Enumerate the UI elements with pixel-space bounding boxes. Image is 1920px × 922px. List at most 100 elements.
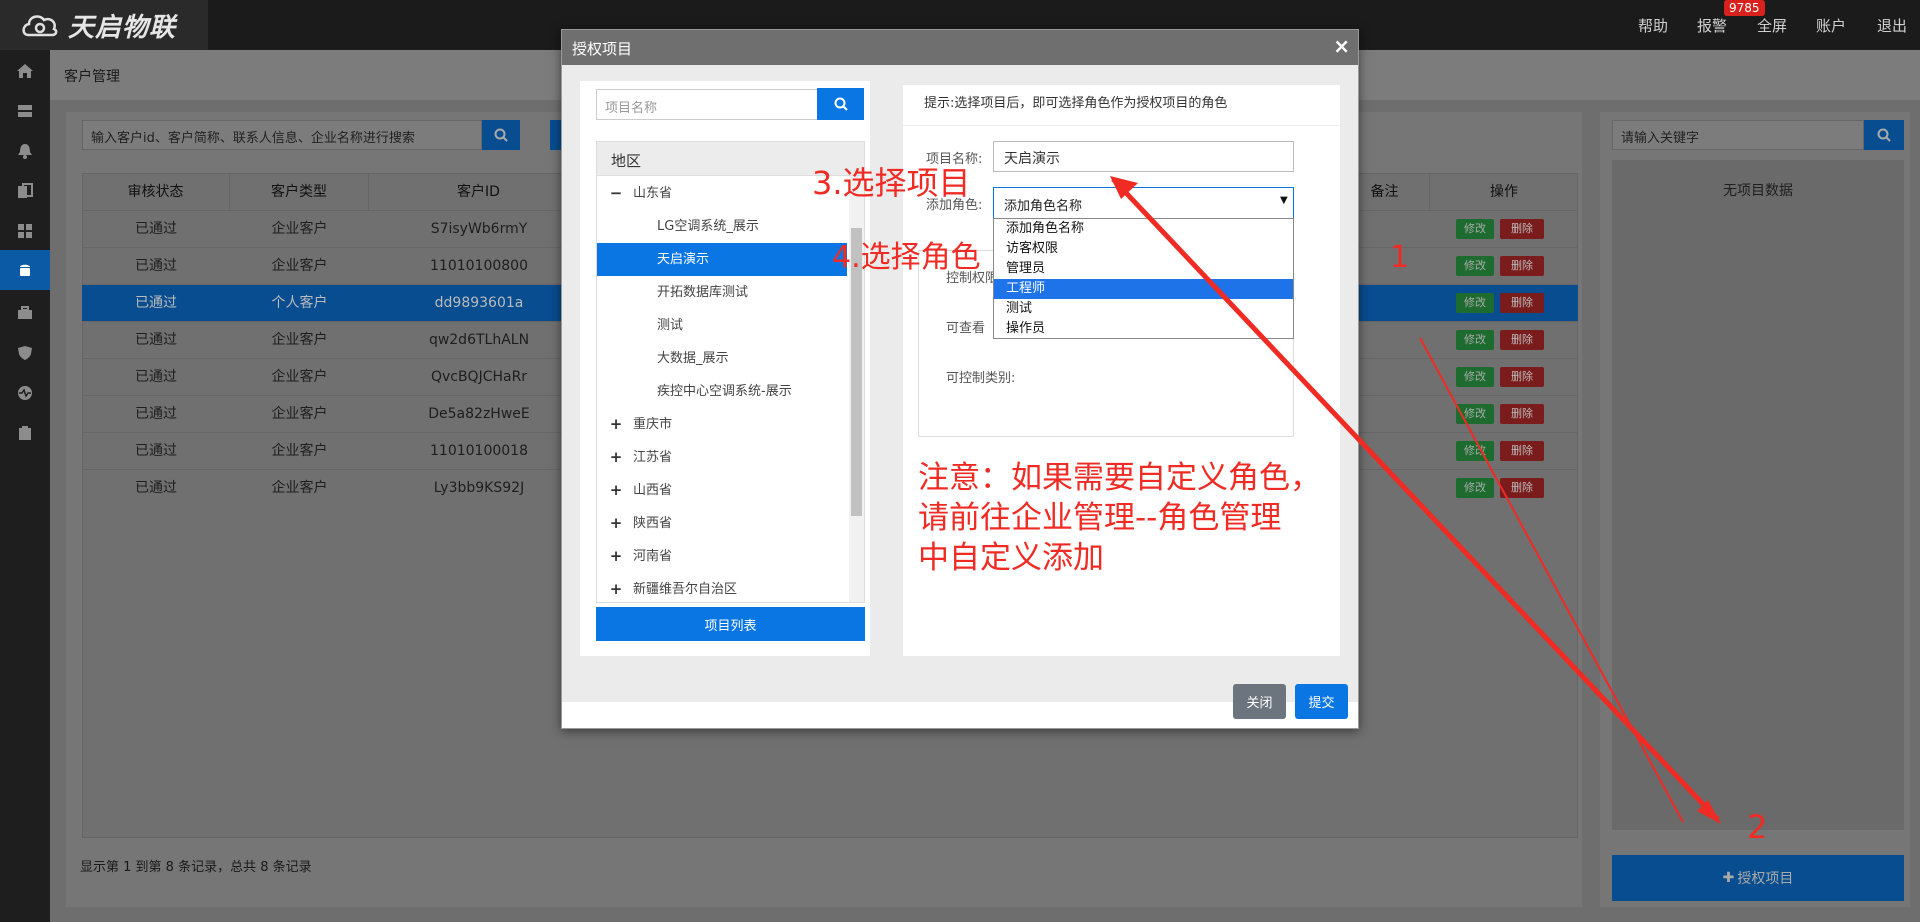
edit-button[interactable]: 修改 (1456, 441, 1494, 461)
edit-button[interactable]: 修改 (1456, 219, 1494, 239)
role-option[interactable]: 测试 (994, 299, 1293, 319)
chevron-down-icon[interactable]: ▼ (1280, 195, 1288, 206)
expand-icon[interactable]: + (609, 507, 623, 540)
role-option[interactable]: 操作员 (994, 319, 1293, 339)
role-option[interactable]: 访客权限 (994, 239, 1293, 259)
project-name-search-input[interactable]: 项目名称 (596, 89, 818, 120)
collapse-icon[interactable]: − (609, 177, 623, 210)
edit-button[interactable]: 修改 (1456, 404, 1494, 424)
tree-region-node[interactable]: + 新疆维吾尔自治区 (597, 573, 847, 602)
tree-node-label: 陕西省 (633, 516, 673, 531)
delete-button[interactable]: 删除 (1500, 367, 1544, 387)
alarm-count-badge: 9785 (1724, 0, 1765, 16)
annotation-step3: 3.选择项目 (812, 164, 971, 202)
role-option[interactable]: 工程师 (994, 279, 1293, 299)
project-keyword-input[interactable]: 请输入关键字 (1612, 120, 1864, 150)
tree-node-label: 大数据_展示 (657, 351, 729, 366)
close-button[interactable]: 关闭 (1233, 684, 1286, 719)
customer-type-cell: 企业客户 (271, 406, 328, 422)
divider (903, 125, 1340, 126)
role-select[interactable]: 添加角色名称 (993, 187, 1294, 219)
tree-region-node[interactable]: + 重庆市 (597, 408, 847, 441)
project-name-search-button[interactable] (817, 88, 864, 120)
tree-region-node[interactable]: + 陕西省 (597, 507, 847, 540)
customer-type-cell: 个人客户 (271, 295, 328, 311)
bell-icon[interactable] (12, 138, 38, 164)
tree-region-node[interactable]: − 山东省 (597, 177, 847, 210)
search-icon (834, 97, 848, 111)
customer-type-cell: 企业客户 (271, 480, 328, 496)
shield-icon[interactable] (12, 340, 38, 366)
expand-icon[interactable]: + (609, 441, 623, 474)
header-customer-id[interactable]: 客户ID (369, 174, 589, 210)
role-option[interactable]: 添加角色名称 (994, 219, 1293, 239)
authorized-project-list (1612, 160, 1904, 830)
project-list-button[interactable]: 项目列表 (596, 607, 865, 641)
annotation-note-line1: 注意：如果需要自定义角色， (918, 460, 1321, 496)
customer-id-cell: 11010100018 (430, 443, 528, 459)
role-hint-text: 提示:选择项目后，即可选择角色作为授权项目的角色 (924, 96, 1228, 111)
customer-search-input[interactable]: 输入客户id、客户简称、联系人信息、企业名称进行搜索 (82, 120, 482, 150)
tree-node-label: 开拓数据库测试 (657, 285, 749, 300)
customer-search-button[interactable] (482, 120, 520, 150)
delete-button[interactable]: 删除 (1500, 293, 1544, 313)
tree-node-label: 江苏省 (633, 450, 673, 465)
home-icon[interactable] (12, 58, 38, 84)
submit-button[interactable]: 提交 (1295, 684, 1348, 719)
expand-icon[interactable]: + (609, 573, 623, 602)
fullscreen-link[interactable]: 全屏 (1757, 15, 1787, 36)
dashboard-icon[interactable] (12, 218, 38, 244)
project-search-button[interactable] (1864, 120, 1904, 150)
pulse-icon[interactable] (12, 380, 38, 406)
annotation-note-line3: 中自定义添加 (918, 540, 1104, 576)
clipboard-icon[interactable] (12, 420, 38, 446)
delete-button[interactable]: 删除 (1500, 330, 1544, 350)
logo[interactable]: 天启物联 (20, 6, 176, 44)
customer-id-cell: De5a82zHweE (428, 406, 530, 422)
audit-status-cell: 已通过 (135, 369, 177, 385)
header-customer-type[interactable]: 客户类型 (230, 174, 369, 210)
modal-header: 授权项目 × (562, 30, 1358, 65)
delete-button[interactable]: 删除 (1500, 256, 1544, 276)
project-name-field[interactable]: 天启演示 (993, 141, 1294, 172)
search-icon (494, 128, 508, 142)
android-icon[interactable] (0, 250, 50, 290)
tree-region-node[interactable]: + 河南省 (597, 540, 847, 573)
header-operation: 操作 (1490, 184, 1518, 200)
server-icon[interactable] (12, 98, 38, 124)
header-audit-status[interactable]: 审核状态 (82, 174, 230, 210)
edit-button[interactable]: 修改 (1456, 330, 1494, 350)
expand-icon[interactable]: + (609, 408, 623, 441)
role-option[interactable]: 管理员 (994, 259, 1293, 279)
edit-button[interactable]: 修改 (1456, 293, 1494, 313)
tree-project-node[interactable]: 天启演示 (597, 243, 847, 276)
alarm-link[interactable]: 报警 (1697, 15, 1727, 36)
authorize-project-button[interactable]: ✚ 授权项目 (1612, 855, 1904, 901)
delete-button[interactable]: 删除 (1500, 404, 1544, 424)
briefcase-icon[interactable] (12, 300, 38, 326)
logout-link[interactable]: 退出 (1877, 15, 1907, 36)
expand-icon[interactable]: + (609, 474, 623, 507)
tree-region-node[interactable]: + 山西省 (597, 474, 847, 507)
delete-button[interactable]: 删除 (1500, 441, 1544, 461)
viewable-label: 可查看 (946, 321, 986, 336)
delete-button[interactable]: 删除 (1500, 219, 1544, 239)
edit-button[interactable]: 修改 (1456, 256, 1494, 276)
edit-button[interactable]: 修改 (1456, 367, 1494, 387)
expand-icon[interactable]: + (609, 540, 623, 573)
tree-project-node[interactable]: 开拓数据库测试 (597, 276, 847, 309)
tree-project-node[interactable]: LG空调系统_展示 (597, 210, 847, 243)
tree-region-node[interactable]: + 江苏省 (597, 441, 847, 474)
help-link[interactable]: 帮助 (1638, 15, 1668, 36)
tree-node-label: 山东省 (633, 186, 673, 201)
tree-project-node[interactable]: 大数据_展示 (597, 342, 847, 375)
tree-project-node[interactable]: 测试 (597, 309, 847, 342)
close-icon[interactable]: × (1333, 34, 1350, 58)
account-link[interactable]: 账户 (1816, 15, 1846, 36)
annotation-note-line2: 请前往企业管理--角色管理 (918, 500, 1282, 536)
edit-button[interactable]: 修改 (1456, 478, 1494, 498)
copy-icon[interactable] (12, 178, 38, 204)
delete-button[interactable]: 删除 (1500, 478, 1544, 498)
tree-project-node[interactable]: 疾控中心空调系统-展示 (597, 375, 847, 408)
annotation-note: 注意：如果需要自定义角色， 请前往企业管理--角色管理 中自定义添加 (918, 458, 1321, 578)
